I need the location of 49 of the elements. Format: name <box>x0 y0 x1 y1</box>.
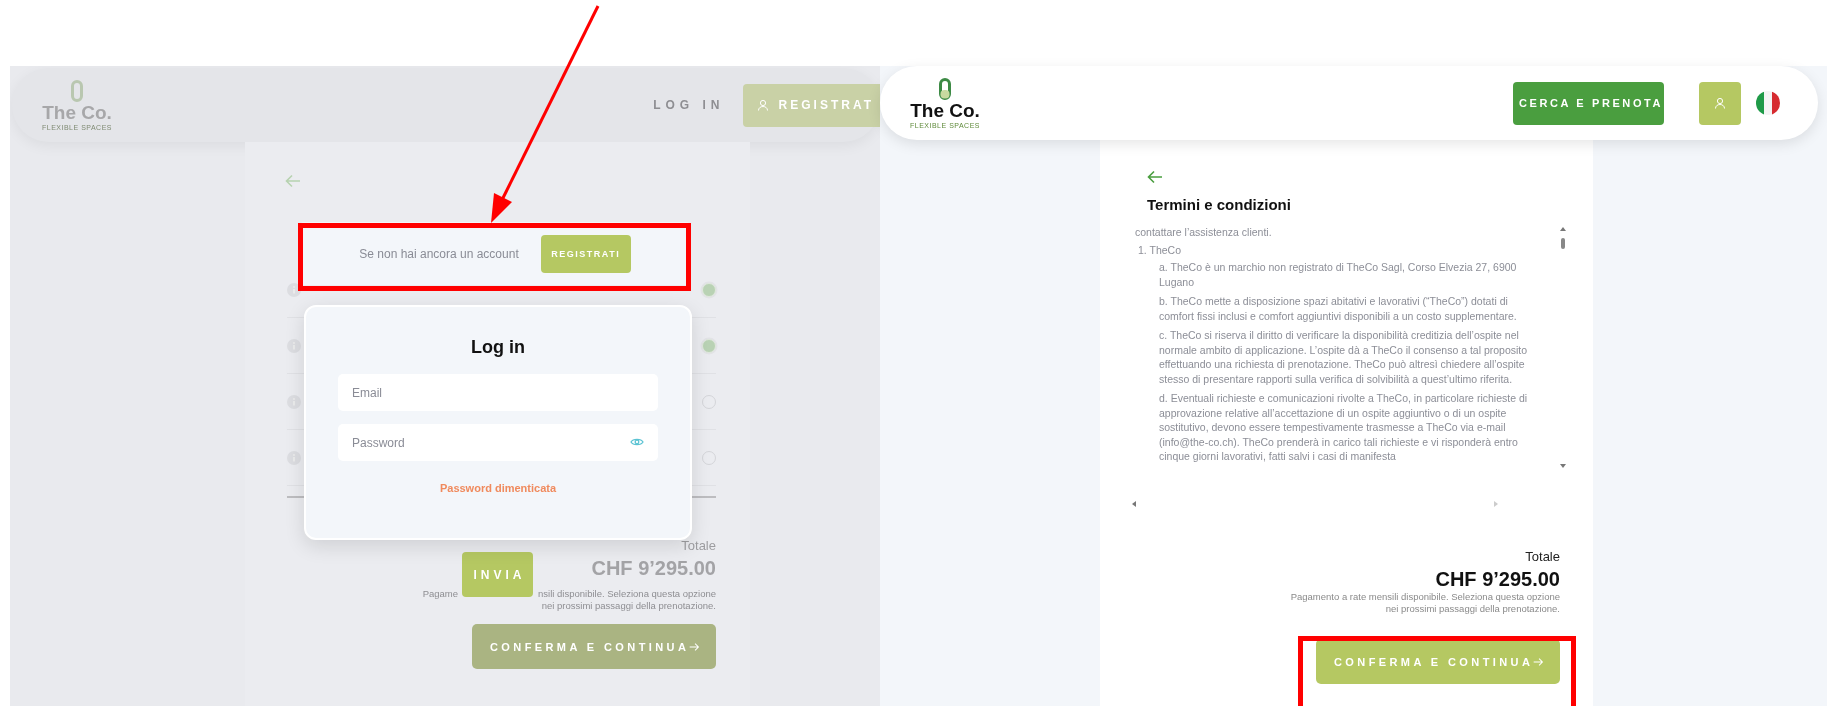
payment-note: nei prossimi passaggi della prenotazione. <box>541 600 716 612</box>
eye-icon[interactable] <box>630 437 644 447</box>
confirm-button[interactable]: CONFERMA E CONTINUA <box>1316 639 1560 684</box>
arrow-right-icon <box>1533 655 1544 668</box>
user-icon <box>1714 97 1726 109</box>
terms-paragraph: contattare l’assistenza clienti. <box>1135 225 1273 240</box>
confirm-button[interactable]: CONFERMA E CONTINUA <box>472 624 716 669</box>
forgot-password-link[interactable]: Password dimenticata <box>439 482 557 494</box>
total-label: Totale <box>681 538 716 553</box>
radio-button[interactable] <box>702 338 716 353</box>
total-amount: CHF 9’295.00 <box>1435 568 1560 591</box>
payment-note: nsili disponibile. Seleziona questa opzione <box>538 588 716 600</box>
terms-clause: a. TheCo è un marchio non registrato di TheCo Sagl, Corso Elvezia 27, 6900 Lugano <box>1159 260 1518 289</box>
payment-note: nei prossimi passaggi della prenotazione. <box>1385 603 1560 615</box>
terms-clause: b. TheCo mette a disposizione spazi abitativi e lavorativi (“TheCo”) dotati di comfort fissi inclusi e comfort aggiuntivi disponibili a un costo supplementare. <box>1159 294 1518 323</box>
search-and-book-button[interactable]: CERCA E PRENOTA <box>1513 81 1664 125</box>
logo-icon <box>939 77 951 100</box>
logo-text: The Co. <box>910 99 980 122</box>
total-amount: CHF 9’295.00 <box>591 557 716 580</box>
send-button[interactable]: INVIA <box>462 552 533 597</box>
password-field[interactable]: Password <box>338 424 658 461</box>
info-icon <box>287 450 301 465</box>
info-icon <box>287 394 301 409</box>
horizontal-scrollbar[interactable] <box>1130 500 1500 508</box>
info-icon <box>287 338 301 353</box>
section-title: Termini e condizioni <box>1147 196 1292 213</box>
payment-note: Pagamento a rate mensili disponibile. Seleziona questa opzione <box>1290 591 1560 603</box>
user-button[interactable] <box>1699 81 1741 125</box>
register-prompt-text: Se non hai ancora un account <box>359 246 519 261</box>
terms-clause: d. Eventuali richieste e comunicazioni rivolte a TheCo, in particolare richieste di approvazione relative all’accettazione di un ospite aggiuntivo o di un ospite sostitutivo, devono essere tempestivamente trasmesse a TheCo via e-mail (info@the-co.ch). TheCo prenderà in carico tali richieste e vi risponderà entro cinque giorni lavorativi, fatti salvi i casi di manifesta <box>1159 391 1529 464</box>
total-label: Totale <box>1525 549 1560 564</box>
info-icon <box>287 282 301 297</box>
payment-note: Pagame <box>422 588 458 600</box>
email-field[interactable]: Email <box>338 374 658 411</box>
register-button[interactable]: REGISTRAT <box>742 83 880 127</box>
logo-icon <box>71 79 83 102</box>
flag-icon[interactable] <box>1756 91 1780 115</box>
user-icon <box>756 99 769 111</box>
arrow-right-icon <box>689 640 700 653</box>
vertical-scrollbar[interactable] <box>1559 225 1567 470</box>
back-arrow-icon[interactable] <box>285 174 301 188</box>
register-button[interactable]: REGISTRATI <box>540 234 631 273</box>
logo-text: The Co. <box>42 101 112 124</box>
back-arrow-icon[interactable] <box>1147 170 1163 184</box>
terms-clause: c. TheCo si riserva il diritto di verificare la disponibilità creditizia dell’ospite nel normale ambito di applicazione. L’ospite dà a TheCo il consenso a tal proposito effettuando una richiesta di prenotazione. TheCo può altresì chiedere all’ospite stesso di presentare rapporti sulla verifica di solvibilità a quest’ultimo riferita. <box>1159 328 1529 386</box>
terms-heading: 1. TheCo <box>1138 242 1182 257</box>
dialog-title: Log in <box>471 337 525 358</box>
login-link[interactable]: LOG IN <box>653 98 725 112</box>
radio-button[interactable] <box>702 282 716 297</box>
